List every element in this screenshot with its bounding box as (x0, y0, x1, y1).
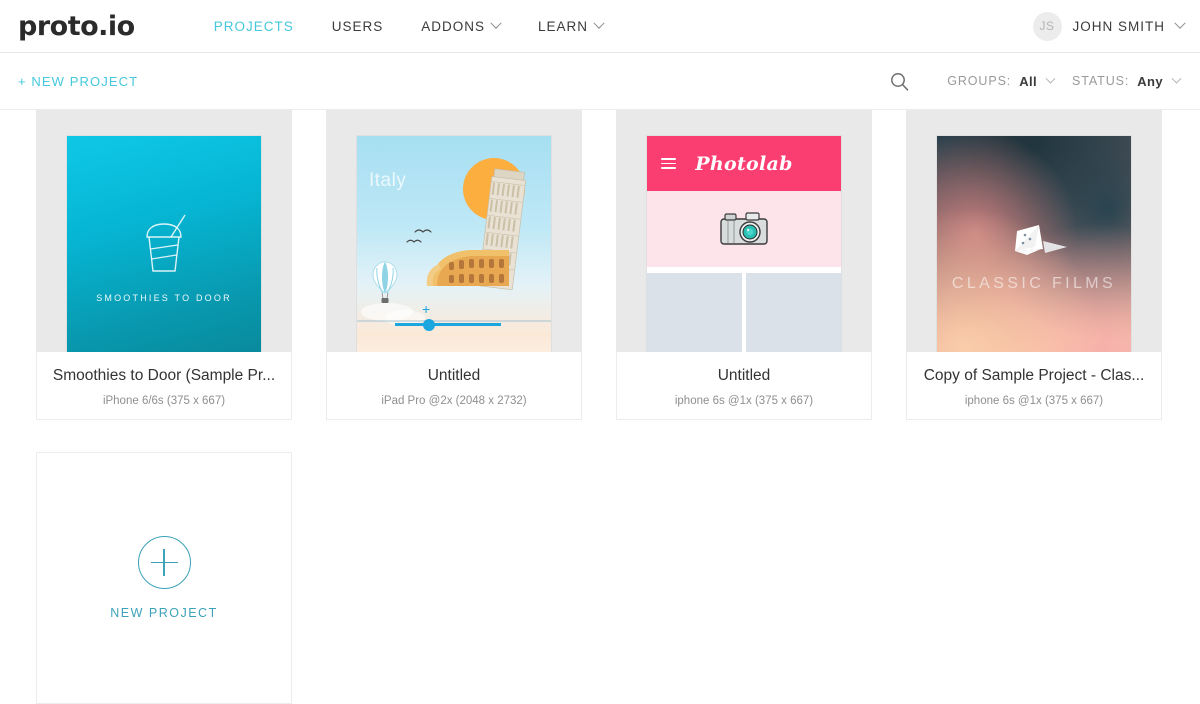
project-device: iPhone 6/6s (375 x 667) (37, 395, 291, 407)
nav-item-addons[interactable]: ADDONS (402, 19, 519, 34)
new-project-tile[interactable]: NEW PROJECT (36, 452, 292, 704)
project-device: iphone 6s @1x (375 x 667) (617, 395, 871, 407)
chevron-down-icon (490, 18, 501, 29)
groups-filter[interactable]: GROUPS: All (947, 74, 1054, 89)
project-thumbnail[interactable]: Photolab (616, 110, 872, 352)
plus-marker-icon: + (422, 302, 430, 316)
smoothie-preview: SMOOTHIES TO DOOR (67, 136, 261, 352)
status-filter-value: Any (1137, 74, 1163, 89)
classic-films-preview: CLASSIC FILMS (937, 136, 1131, 352)
nav-item-learn-label: LEARN (538, 19, 588, 34)
filter-controls: GROUPS: All STATUS: Any (890, 72, 1180, 91)
app-logo[interactable]: proto.io (18, 13, 135, 40)
project-title: Smoothies to Door (Sample Pr... (37, 366, 291, 386)
birds-icon (407, 230, 431, 242)
italy-preview-label: Italy (369, 170, 406, 192)
smoothie-preview-label: SMOOTHIES TO DOOR (96, 293, 232, 303)
origami-bird-icon (995, 221, 1073, 265)
hot-air-balloon-icon (373, 262, 397, 303)
groups-filter-value: All (1019, 74, 1037, 89)
chevron-down-icon (593, 18, 604, 29)
new-project-tile-label: NEW PROJECT (110, 606, 217, 620)
nav-item-users-label: USERS (332, 19, 384, 34)
new-project-link[interactable]: + NEW PROJECT (18, 74, 138, 89)
top-navigation-bar: proto.io PROJECTS USERS ADDONS LEARN JS … (0, 0, 1200, 53)
nav-item-learn[interactable]: LEARN (519, 19, 622, 34)
photo-placeholder-tile (746, 273, 841, 352)
projects-grid: SMOOTHIES TO DOOR Smoothies to Door (Sam… (0, 110, 1200, 704)
project-device: iPad Pro @2x (2048 x 2732) (327, 395, 581, 407)
project-thumbnail[interactable]: Italy + (326, 110, 582, 352)
chevron-down-icon (1172, 73, 1182, 83)
project-thumbnail[interactable]: SMOOTHIES TO DOOR (36, 110, 292, 352)
camera-icon (719, 209, 769, 249)
user-menu[interactable]: JS JOHN SMITH (1033, 12, 1185, 41)
project-card[interactable]: CLASSIC FILMS Copy of Sample Project - C… (906, 110, 1162, 420)
project-card-footer[interactable]: Smoothies to Door (Sample Pr... iPhone 6… (36, 352, 292, 420)
user-name-label: JOHN SMITH (1073, 19, 1166, 34)
italy-preview: Italy + (357, 136, 551, 352)
status-filter[interactable]: STATUS: Any (1072, 74, 1180, 89)
project-title: Copy of Sample Project - Clas... (907, 366, 1161, 386)
slider-track (395, 323, 501, 326)
photo-placeholder-tile (647, 273, 742, 352)
chevron-down-icon (1046, 73, 1056, 83)
photolab-hero-area (647, 191, 841, 267)
photolab-tile-row (647, 267, 841, 352)
projects-toolbar: + NEW PROJECT GROUPS: All STATUS: Any (0, 53, 1200, 110)
project-card[interactable]: Photolab (616, 110, 872, 420)
main-menu: PROJECTS USERS ADDONS LEARN (195, 19, 622, 34)
avatar: JS (1033, 12, 1062, 41)
photolab-preview: Photolab (647, 136, 841, 352)
chevron-down-icon (1174, 18, 1185, 29)
horizon-line (357, 320, 551, 322)
nav-item-users[interactable]: USERS (313, 19, 403, 34)
project-card-footer[interactable]: Untitled iphone 6s @1x (375 x 667) (616, 352, 872, 420)
status-filter-label: STATUS: (1072, 74, 1129, 88)
project-card-footer[interactable]: Untitled iPad Pro @2x (2048 x 2732) (326, 352, 582, 420)
photolab-app-header: Photolab (647, 136, 841, 191)
nav-item-projects-label: PROJECTS (214, 19, 294, 34)
photolab-preview-label: Photolab (647, 153, 841, 175)
nav-item-addons-label: ADDONS (421, 19, 485, 34)
smoothie-cup-icon (135, 211, 193, 275)
project-thumbnail[interactable]: CLASSIC FILMS (906, 110, 1162, 352)
project-card[interactable]: SMOOTHIES TO DOOR Smoothies to Door (Sam… (36, 110, 292, 420)
project-card-footer[interactable]: Copy of Sample Project - Clas... iphone … (906, 352, 1162, 420)
search-icon[interactable] (890, 72, 909, 91)
project-device: iphone 6s @1x (375 x 667) (907, 395, 1161, 407)
hamburger-menu-icon (661, 155, 676, 173)
slider-knob (423, 319, 435, 331)
classic-films-preview-label: CLASSIC FILMS (952, 275, 1116, 293)
nav-item-projects[interactable]: PROJECTS (195, 19, 313, 34)
project-title: Untitled (617, 366, 871, 386)
groups-filter-label: GROUPS: (947, 74, 1011, 88)
plus-circle-icon (138, 536, 191, 589)
project-title: Untitled (327, 366, 581, 386)
project-card[interactable]: Italy + Untitled iPad Pro @2x (2048 x 27… (326, 110, 582, 420)
